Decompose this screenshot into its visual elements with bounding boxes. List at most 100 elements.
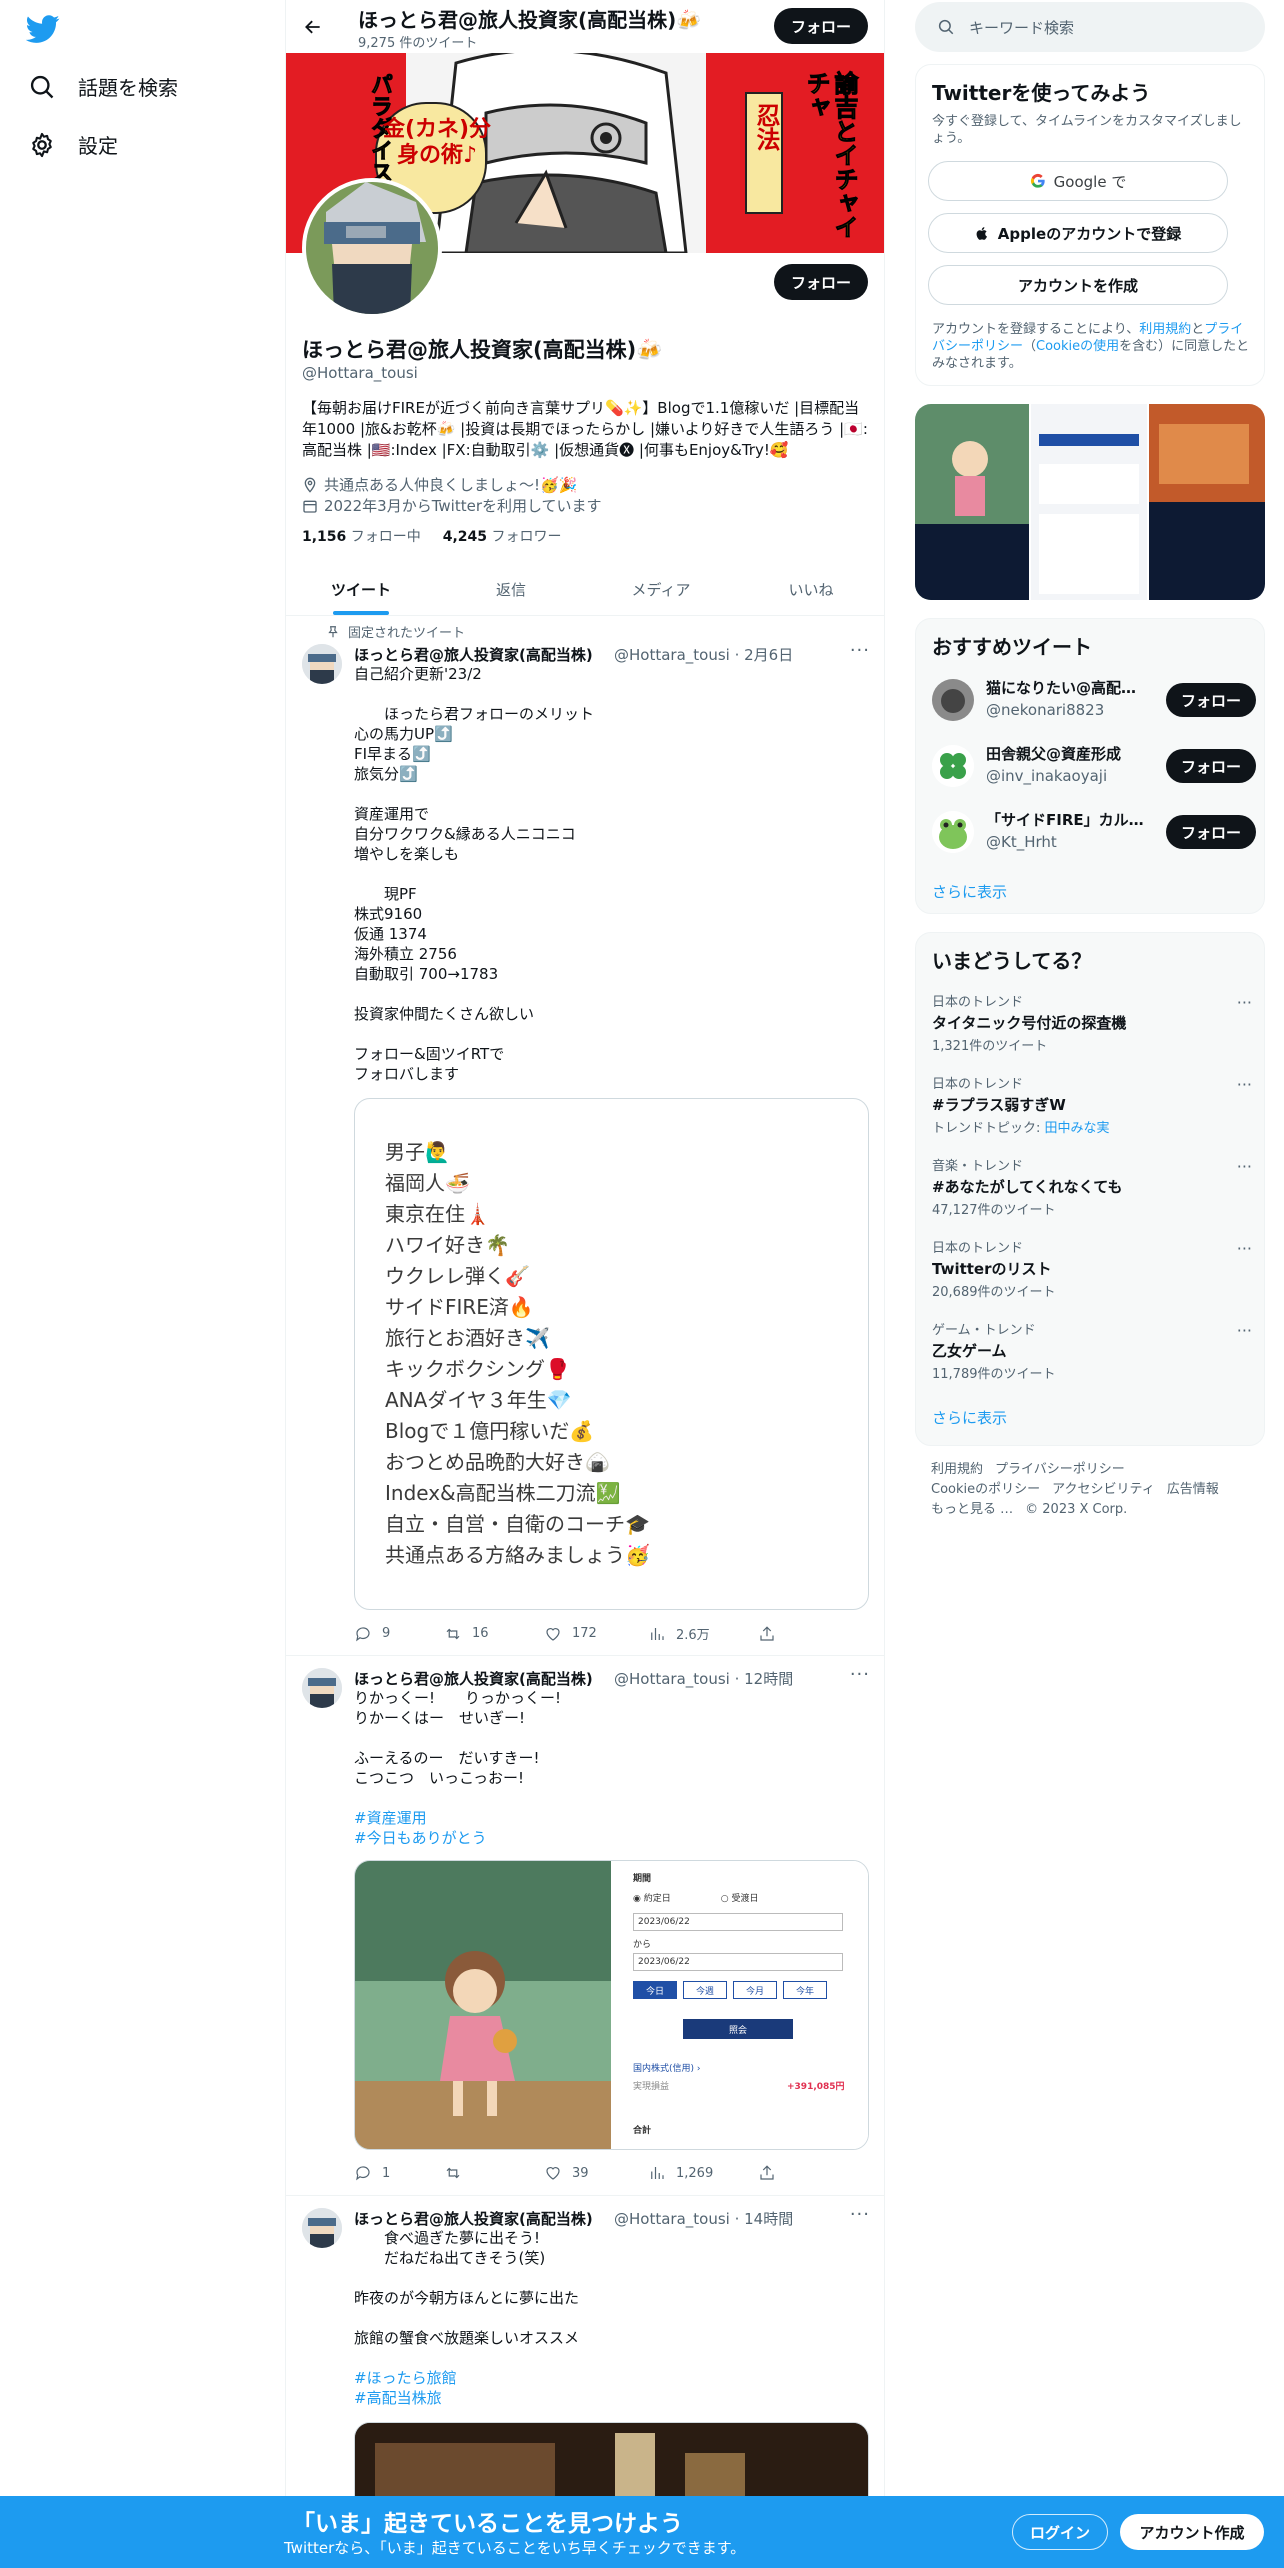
google-signup-button[interactable]: Google で	[928, 161, 1228, 201]
nav-settings[interactable]: 設定	[28, 130, 118, 159]
profile-follow-stats: 1,156 フォロー中 4,245 フォロワー	[302, 526, 562, 546]
share-button[interactable]	[758, 1625, 776, 1643]
tweet-author-name[interactable]: ほっとら君@旅人投資家(高配当株)	[354, 644, 593, 665]
trend-more-icon[interactable]: ···	[1237, 993, 1252, 1012]
trend-item[interactable]: 日本のトレンド #ラプラス弱すぎW トレンドトピック: 田中みな実 ···	[932, 1073, 1252, 1136]
back-arrow-icon	[305, 20, 320, 34]
recommended-follow-button[interactable]: フォロー	[1166, 815, 1256, 849]
hashtag-link[interactable]: #今日もありがとう	[354, 1828, 869, 1848]
date-to-field: 2023/06/22	[633, 1953, 843, 1971]
trend-item[interactable]: 日本のトレンド Twitterのリスト 20,689件のツイート ···	[932, 1237, 1252, 1300]
tweet-image[interactable]: 期間 ◉ 約定日 ○ 受渡日 2023/06/22 から 2023/06/22 …	[354, 1860, 869, 2150]
tab-media[interactable]: メディア	[586, 563, 736, 615]
media-grid[interactable]	[915, 404, 1265, 600]
reply-button[interactable]: 1	[354, 2164, 444, 2182]
share-button[interactable]	[758, 2164, 776, 2182]
pinned-label: 固定されたツイート	[348, 626, 466, 641]
trend-topic-link[interactable]: 田中みな実	[1045, 1121, 1110, 1136]
trend-item[interactable]: ゲーム・トレンド 乙女ゲーム 11,789件のツイート ···	[932, 1319, 1252, 1382]
apple-signup-button[interactable]: Appleのアカウントで登録	[928, 213, 1228, 253]
footer-link[interactable]: アクセシビリティ	[1052, 1482, 1155, 1497]
signup-button[interactable]: アカウント作成	[1120, 2514, 1264, 2550]
login-button[interactable]: ログイン	[1012, 2514, 1108, 2550]
tweet-author-name[interactable]: ほっとら君@旅人投資家(高配当株)	[354, 1668, 593, 1689]
trend-item[interactable]: 日本のトレンド タイタニック号付近の探査機 1,321件のツイート ···	[932, 991, 1252, 1054]
views-button[interactable]: 1,269	[648, 2164, 758, 2182]
recommended-follow-button[interactable]: フォロー	[1166, 749, 1256, 783]
tweet-2[interactable]: ほっとら君@旅人投資家(高配当株) @Hottara_tousi · 12時間 …	[286, 1656, 884, 2196]
footer-link[interactable]: もっと見る …	[931, 1502, 1013, 1517]
hashtag-link[interactable]: #資産運用	[354, 1808, 869, 1828]
footer-link[interactable]: Cookieのポリシー	[931, 1482, 1040, 1497]
footer-link[interactable]: プライバシーポリシー	[995, 1462, 1125, 1477]
nav-settings-label: 設定	[78, 134, 118, 158]
following-link[interactable]: 1,156 フォロー中	[302, 526, 421, 546]
trend-count: 47,127件のツイート	[932, 1203, 1056, 1218]
more-icon[interactable]: ···	[850, 640, 870, 661]
trends-show-more[interactable]: さらに表示	[932, 1407, 1007, 1428]
tab-likes[interactable]: いいね	[736, 563, 884, 615]
search-icon	[30, 75, 54, 98]
tweet-handle-time[interactable]: @Hottara_tousi · 12時間	[614, 1668, 793, 1689]
pinned-indicator: 固定されたツイート	[326, 622, 465, 641]
following-label: フォロー中	[350, 529, 421, 545]
search-input[interactable]: キーワード検索	[915, 2, 1265, 52]
tweet-pinned[interactable]: 固定されたツイート ほっとら君@旅人投資家(高配当株) @Hottara_tou…	[286, 616, 884, 1656]
chip-today: 今日	[633, 1981, 677, 1999]
tweet-image-card[interactable]: 男子🙋‍♂️ 福岡人🍜 東京在住🗼 ハワイ好き🌴 ウクレレ弾く🎸 サイドFIRE…	[354, 1098, 869, 1610]
cookie-link[interactable]: Cookieの使用	[1036, 339, 1119, 354]
trend-topic: #ラプラス弱すぎW	[932, 1096, 1066, 1114]
bottom-bar-title: 「いま」起きていることを見つけよう	[292, 2511, 683, 2537]
trend-more-icon[interactable]: ···	[1237, 1239, 1252, 1258]
tweet-handle-time[interactable]: @Hottara_tousi · 2月6日	[614, 644, 793, 665]
trend-topic: Twitterのリスト	[932, 1260, 1052, 1278]
retweet-button[interactable]	[444, 2164, 544, 2182]
recommended-handle: @Kt_Hrht	[986, 833, 1057, 851]
recommended-user[interactable]: 猫になりたい@高配当株 @nekonari8823 フォロー	[932, 675, 1262, 725]
reply-button[interactable]: 9	[354, 1625, 444, 1643]
tweet-handle-time[interactable]: @Hottara_tousi · 14時間	[614, 2208, 793, 2229]
hashtag-link[interactable]: #ほったら旅館	[354, 2368, 869, 2388]
trend-topic: タイタニック号付近の探査機	[932, 1014, 1127, 1032]
like-button[interactable]: 172	[544, 1625, 648, 1643]
trend-more-icon[interactable]: ···	[1237, 1075, 1252, 1094]
profile-follow-button[interactable]: フォロー	[774, 264, 868, 300]
tweet-avatar[interactable]	[302, 2208, 342, 2248]
nav-explore[interactable]: 話題を検索	[28, 72, 178, 101]
views-button[interactable]: 2.6万	[648, 1624, 758, 1643]
twitter-logo-icon[interactable]	[26, 12, 60, 46]
heart-icon	[546, 2167, 560, 2180]
tweet-avatar[interactable]	[302, 1668, 342, 1708]
tweet-actions: 1 39 1,269	[354, 2164, 776, 2182]
trend-item[interactable]: 音楽・トレンド #あなたがしてくれなくても 47,127件のツイート ···	[932, 1155, 1252, 1218]
footer-link[interactable]: 広告情報	[1167, 1482, 1219, 1497]
more-icon[interactable]: ···	[850, 2204, 870, 2225]
profile-avatar[interactable]	[302, 178, 442, 318]
search-placeholder: キーワード検索	[969, 18, 1075, 37]
tweet-avatar-image	[302, 644, 342, 684]
recommended-follow-button[interactable]: フォロー	[1166, 683, 1256, 717]
header-follow-button[interactable]: フォロー	[774, 8, 868, 44]
trend-more-icon[interactable]: ···	[1237, 1321, 1252, 1340]
back-button[interactable]	[298, 12, 328, 42]
followers-link[interactable]: 4,245 フォロワー	[443, 526, 562, 546]
recommended-show-more[interactable]: さらに表示	[932, 881, 1007, 902]
tweet-author-name[interactable]: ほっとら君@旅人投資家(高配当株)	[354, 2208, 593, 2229]
terms-link[interactable]: 利用規約	[1139, 322, 1191, 337]
trend-more-icon[interactable]: ···	[1237, 1157, 1252, 1176]
footer-link[interactable]: 利用規約	[931, 1462, 983, 1477]
footer-links: 利用規約 プライバシーポリシー Cookieのポリシー アクセシビリティ 広告情報 も…	[931, 1460, 1261, 1520]
tab-tweets[interactable]: ツイート	[286, 563, 436, 615]
hashtag-link[interactable]: #高配当株旅	[354, 2388, 869, 2408]
more-icon[interactable]: ···	[850, 1664, 870, 1685]
retweet-icon	[446, 2167, 460, 2179]
recommended-user[interactable]: 「サイドFIRE」カルロス @Kt_Hrht フォロー	[932, 807, 1262, 857]
retweet-button[interactable]: 16	[444, 1625, 544, 1643]
period-chips: 今日 今週 今月 今年	[633, 1981, 827, 1999]
tab-replies[interactable]: 返信	[436, 563, 586, 615]
tweet-avatar[interactable]	[302, 644, 342, 684]
like-button[interactable]: 39	[544, 2164, 648, 2182]
create-account-button[interactable]: アカウントを作成	[928, 265, 1228, 305]
recommended-user[interactable]: 田舎親父@資産形成 @inv_inakaoyaji フォロー	[932, 741, 1262, 791]
recommended-panel: おすすめツイート 猫になりたい@高配当株 @nekonari8823 フォロー …	[915, 618, 1265, 914]
